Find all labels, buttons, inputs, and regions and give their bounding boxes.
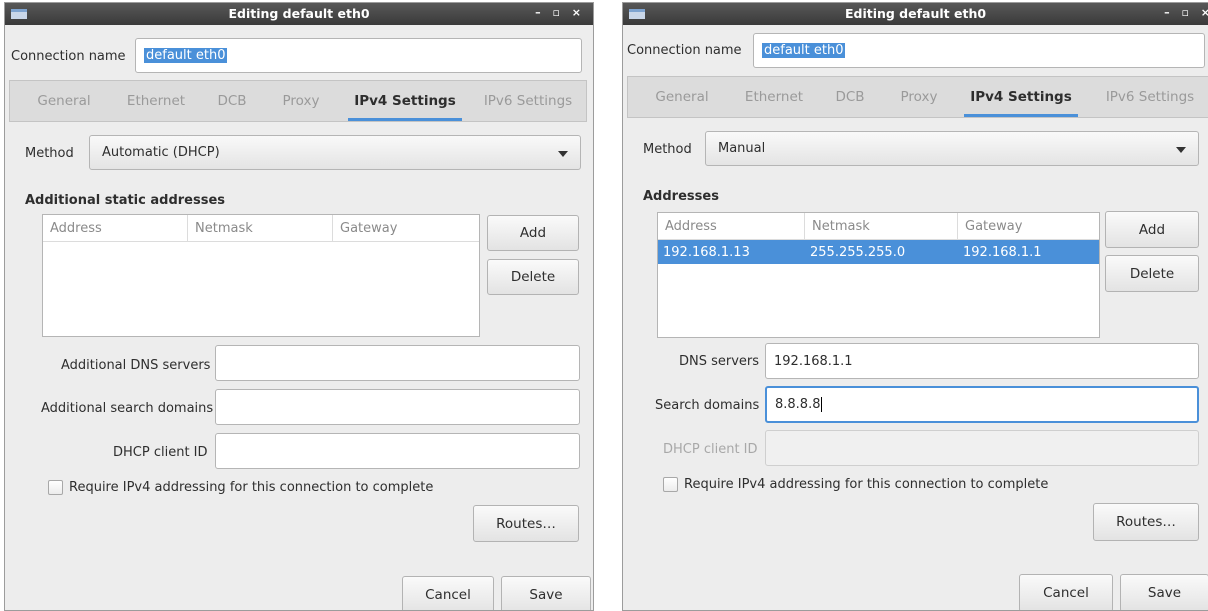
- connection-name-label: Connection name: [627, 43, 742, 58]
- row-netmask[interactable]: 255.255.255.0: [805, 240, 958, 264]
- search-domains-input[interactable]: 8.8.8.8: [765, 386, 1199, 423]
- save-button[interactable]: Save: [501, 576, 591, 610]
- delete-button[interactable]: Delete: [1105, 255, 1199, 292]
- tab-general[interactable]: General: [28, 81, 100, 121]
- text-cursor: [821, 397, 823, 412]
- dhcp-client-id-label: DHCP client ID: [663, 442, 758, 457]
- tab-bar: General Ethernet DCB Proxy IPv4 Settings…: [9, 80, 587, 122]
- tab-proxy[interactable]: Proxy: [272, 81, 330, 121]
- tab-ipv4-label: IPv4 Settings: [354, 93, 456, 109]
- tab-bar: General Ethernet DCB Proxy IPv4 Settings…: [627, 76, 1208, 118]
- connection-name-input[interactable]: default eth0: [753, 33, 1205, 68]
- cancel-button[interactable]: Cancel: [402, 576, 494, 610]
- dns-input[interactable]: 192.168.1.1: [765, 343, 1199, 379]
- dhcp-client-id-input[interactable]: [215, 433, 580, 469]
- method-dropdown[interactable]: Manual: [705, 131, 1199, 166]
- dialog-window-dhcp: Editing default eth0 – ▫ × Connection na…: [4, 2, 594, 611]
- addresses-table[interactable]: Address Netmask Gateway 192.168.1.13 255…: [657, 212, 1100, 338]
- column-netmask[interactable]: Netmask: [188, 215, 333, 241]
- addresses-section-title: Addresses: [643, 189, 719, 204]
- window-title: Editing default eth0: [228, 6, 370, 21]
- column-gateway[interactable]: Gateway: [333, 215, 479, 241]
- connection-name-label: Connection name: [11, 49, 126, 64]
- method-label: Method: [643, 142, 692, 157]
- connection-name-value: default eth0: [144, 48, 228, 63]
- dialog-window-manual: Editing default eth0 – ▫ × Connection na…: [622, 2, 1208, 611]
- row-gateway[interactable]: 192.168.1.1: [958, 240, 1099, 264]
- add-button[interactable]: Add: [1105, 211, 1199, 248]
- table-row[interactable]: 192.168.1.13 255.255.255.0 192.168.1.1: [658, 240, 1099, 264]
- table-header: Address Netmask Gateway: [658, 213, 1099, 240]
- routes-button[interactable]: Routes…: [473, 505, 579, 542]
- active-tab-indicator: [348, 118, 462, 121]
- delete-button[interactable]: Delete: [487, 259, 579, 295]
- title-bar[interactable]: Editing default eth0 – ▫ ×: [5, 3, 593, 25]
- table-header: Address Netmask Gateway: [43, 215, 479, 242]
- dhcp-client-id-label: DHCP client ID: [113, 445, 208, 460]
- search-domains-input[interactable]: [215, 389, 580, 425]
- routes-button[interactable]: Routes…: [1093, 503, 1199, 541]
- window-controls[interactable]: – ▫ ×: [535, 6, 585, 19]
- connection-name-value: default eth0: [762, 43, 846, 58]
- tab-dcb[interactable]: DCB: [826, 77, 874, 117]
- title-bar[interactable]: Editing default eth0 – ▫ ×: [623, 3, 1208, 25]
- active-tab-indicator: [964, 114, 1078, 117]
- dhcp-client-id-input: [765, 430, 1199, 466]
- tab-ethernet[interactable]: Ethernet: [116, 81, 196, 121]
- tab-dcb[interactable]: DCB: [208, 81, 256, 121]
- tab-ipv4-settings[interactable]: IPv4 Settings: [964, 77, 1078, 117]
- method-dropdown[interactable]: Automatic (DHCP): [89, 135, 581, 170]
- require-ipv4-label: Require IPv4 addressing for this connect…: [69, 480, 434, 495]
- column-netmask[interactable]: Netmask: [805, 213, 958, 239]
- cancel-button[interactable]: Cancel: [1019, 574, 1113, 610]
- add-button[interactable]: Add: [487, 215, 579, 251]
- tab-proxy[interactable]: Proxy: [890, 77, 948, 117]
- tab-ipv4-settings[interactable]: IPv4 Settings: [348, 81, 462, 121]
- search-domains-label: Search domains: [655, 398, 760, 413]
- dns-label: Additional DNS servers: [61, 358, 211, 373]
- column-address[interactable]: Address: [43, 215, 188, 241]
- method-value: Manual: [718, 141, 766, 156]
- tab-ethernet[interactable]: Ethernet: [734, 77, 814, 117]
- addresses-section-title: Additional static addresses: [25, 193, 226, 208]
- chevron-down-icon: [1176, 146, 1186, 153]
- search-domains-label: Additional search domains: [41, 401, 214, 416]
- tab-ipv4-label: IPv4 Settings: [970, 89, 1072, 105]
- search-domains-value: 8.8.8.8: [775, 397, 821, 412]
- column-gateway[interactable]: Gateway: [958, 213, 1099, 239]
- save-button[interactable]: Save: [1120, 574, 1208, 610]
- require-ipv4-checkbox[interactable]: [663, 477, 678, 492]
- window-controls[interactable]: – ▫ ×: [1164, 6, 1208, 19]
- row-address[interactable]: 192.168.1.13: [658, 240, 805, 264]
- dns-label: DNS servers: [679, 354, 760, 369]
- connection-name-input[interactable]: default eth0: [135, 38, 582, 73]
- addresses-table[interactable]: Address Netmask Gateway: [42, 214, 480, 337]
- require-ipv4-checkbox[interactable]: [48, 480, 63, 495]
- tab-ipv6-settings[interactable]: IPv6 Settings: [1094, 77, 1206, 117]
- tab-general[interactable]: General: [646, 77, 718, 117]
- column-address[interactable]: Address: [658, 213, 805, 239]
- chevron-down-icon: [558, 150, 568, 157]
- dns-value: 192.168.1.1: [774, 353, 853, 369]
- window-title: Editing default eth0: [844, 6, 987, 21]
- require-ipv4-label: Require IPv4 addressing for this connect…: [684, 477, 1049, 492]
- dns-input[interactable]: [215, 345, 580, 381]
- method-label: Method: [25, 146, 74, 161]
- tab-ipv6-settings[interactable]: IPv6 Settings: [472, 81, 584, 121]
- method-value: Automatic (DHCP): [102, 145, 220, 160]
